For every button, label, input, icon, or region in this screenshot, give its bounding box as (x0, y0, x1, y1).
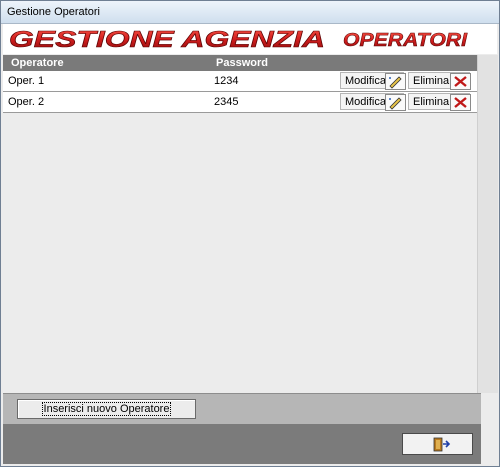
pencil-edit-glyph (389, 97, 402, 110)
operator-password: 1234 (214, 75, 239, 87)
vertical-scrollbar[interactable] (477, 55, 498, 393)
window-title: Gestione Operatori (7, 6, 100, 18)
add-operator-button[interactable]: Inserisci nuovo Operatore (17, 399, 196, 419)
exit-button[interactable] (402, 433, 473, 455)
operator-password: 2345 (214, 96, 239, 108)
title-bar: Gestione Operatori (1, 1, 499, 24)
pencil-edit-icon (385, 73, 406, 90)
modifica-label: Modifica (345, 96, 386, 108)
table-row: Oper. 2 2345 Modifica Elimina (3, 92, 477, 113)
red-x-glyph (454, 97, 467, 108)
right-side-panel (481, 393, 497, 464)
elimina-label: Elimina (413, 75, 450, 87)
modifica-button[interactable]: Modifica (340, 93, 406, 111)
add-operator-label: Inserisci nuovo Operatore (41, 402, 172, 416)
banner-subtitle: OPERATORI (343, 30, 468, 50)
elimina-label: Elimina (413, 96, 450, 108)
elimina-button[interactable]: Elimina (408, 72, 471, 90)
pencil-edit-glyph (389, 76, 402, 89)
door-exit-icon (433, 437, 451, 452)
pencil-edit-icon (385, 94, 406, 111)
modifica-button[interactable]: Modifica (340, 72, 406, 90)
operator-name: Oper. 1 (8, 75, 45, 87)
add-operator-bar: Inserisci nuovo Operatore (3, 393, 481, 424)
red-x-delete-icon (450, 94, 471, 111)
banner-title: GESTIONE AGENZIA (9, 26, 325, 52)
table-row: Oper. 1 1234 Modifica Elimina (3, 71, 477, 92)
exit-bar (3, 424, 481, 464)
elimina-button[interactable]: Elimina (408, 93, 471, 111)
column-header-operatore: Operatore (11, 57, 64, 69)
operators-table: Oper. 1 1234 Modifica Elimina Oper. 2 23… (3, 71, 477, 393)
column-header-password: Password (216, 57, 268, 69)
gestione-operatori-window: Gestione Operatori GESTIONE AGENZIA OPER… (0, 0, 500, 467)
column-header: Operatore Password (3, 55, 477, 71)
red-x-glyph (454, 76, 467, 87)
modifica-label: Modifica (345, 75, 386, 87)
red-x-delete-icon (450, 73, 471, 90)
banner-graphic: GESTIONE AGENZIA OPERATORI (9, 26, 469, 53)
operator-name: Oper. 2 (8, 96, 45, 108)
banner: GESTIONE AGENZIA OPERATORI (3, 24, 497, 54)
